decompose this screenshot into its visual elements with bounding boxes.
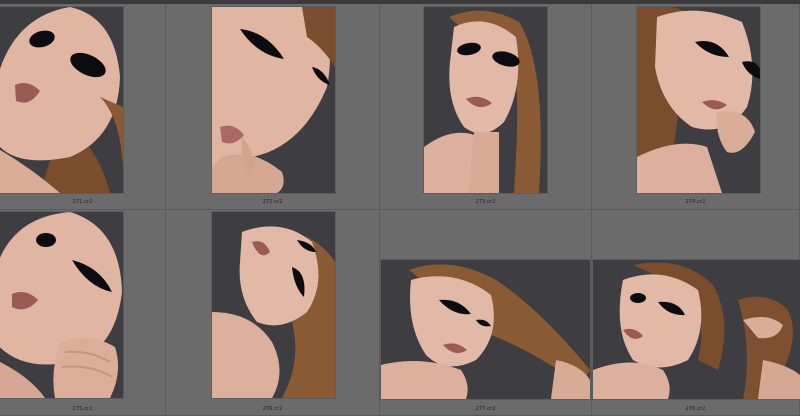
- thumbnail-grid: 271.cr2 272.cr2 273.cr2 274.cr2 275.cr2 …: [0, 4, 800, 416]
- thumbnail-image[interactable]: [381, 260, 590, 399]
- thumbnail-filename: 273.cr2: [475, 199, 496, 205]
- thumbnail-cell[interactable]: 274.cr2: [592, 4, 800, 210]
- thumbnail-cell[interactable]: 272.cr2: [166, 4, 380, 210]
- portrait-photo: [212, 7, 335, 193]
- thumbnail-filename: 276.cr2: [262, 406, 283, 412]
- thumbnail-filename: 278.cr2: [685, 406, 706, 412]
- thumbnail-image[interactable]: [0, 212, 123, 398]
- thumbnail-cell[interactable]: 275.cr2: [0, 210, 166, 416]
- portrait-photo: [212, 212, 335, 398]
- thumbnail-cell[interactable]: 278.cr2: [592, 210, 800, 416]
- thumbnail-image[interactable]: [212, 7, 335, 193]
- portrait-photo: [424, 7, 547, 193]
- thumbnail-image[interactable]: [424, 7, 547, 193]
- portrait-photo: [637, 7, 760, 193]
- thumbnail-image[interactable]: [212, 212, 335, 398]
- thumbnail-cell[interactable]: 276.cr2: [166, 210, 380, 416]
- thumbnail-filename: 274.cr2: [685, 199, 706, 205]
- thumbnail-filename: 272.cr2: [262, 199, 283, 205]
- thumbnail-filename: 271.cr2: [72, 199, 93, 205]
- thumbnail-image[interactable]: [0, 7, 123, 193]
- thumbnail-filename: 275.cr2: [72, 406, 93, 412]
- portrait-photo: [381, 260, 590, 399]
- portrait-photo: [593, 260, 800, 399]
- thumbnail-cell[interactable]: 277.cr2: [380, 210, 592, 416]
- thumbnail-cell[interactable]: 273.cr2: [380, 4, 592, 210]
- thumbnail-image[interactable]: [593, 260, 800, 399]
- thumbnail-image[interactable]: [637, 7, 760, 193]
- portrait-photo: [0, 212, 123, 398]
- thumbnail-cell[interactable]: 271.cr2: [0, 4, 166, 210]
- thumbnail-filename: 277.cr2: [475, 406, 496, 412]
- portrait-photo: [0, 7, 123, 193]
